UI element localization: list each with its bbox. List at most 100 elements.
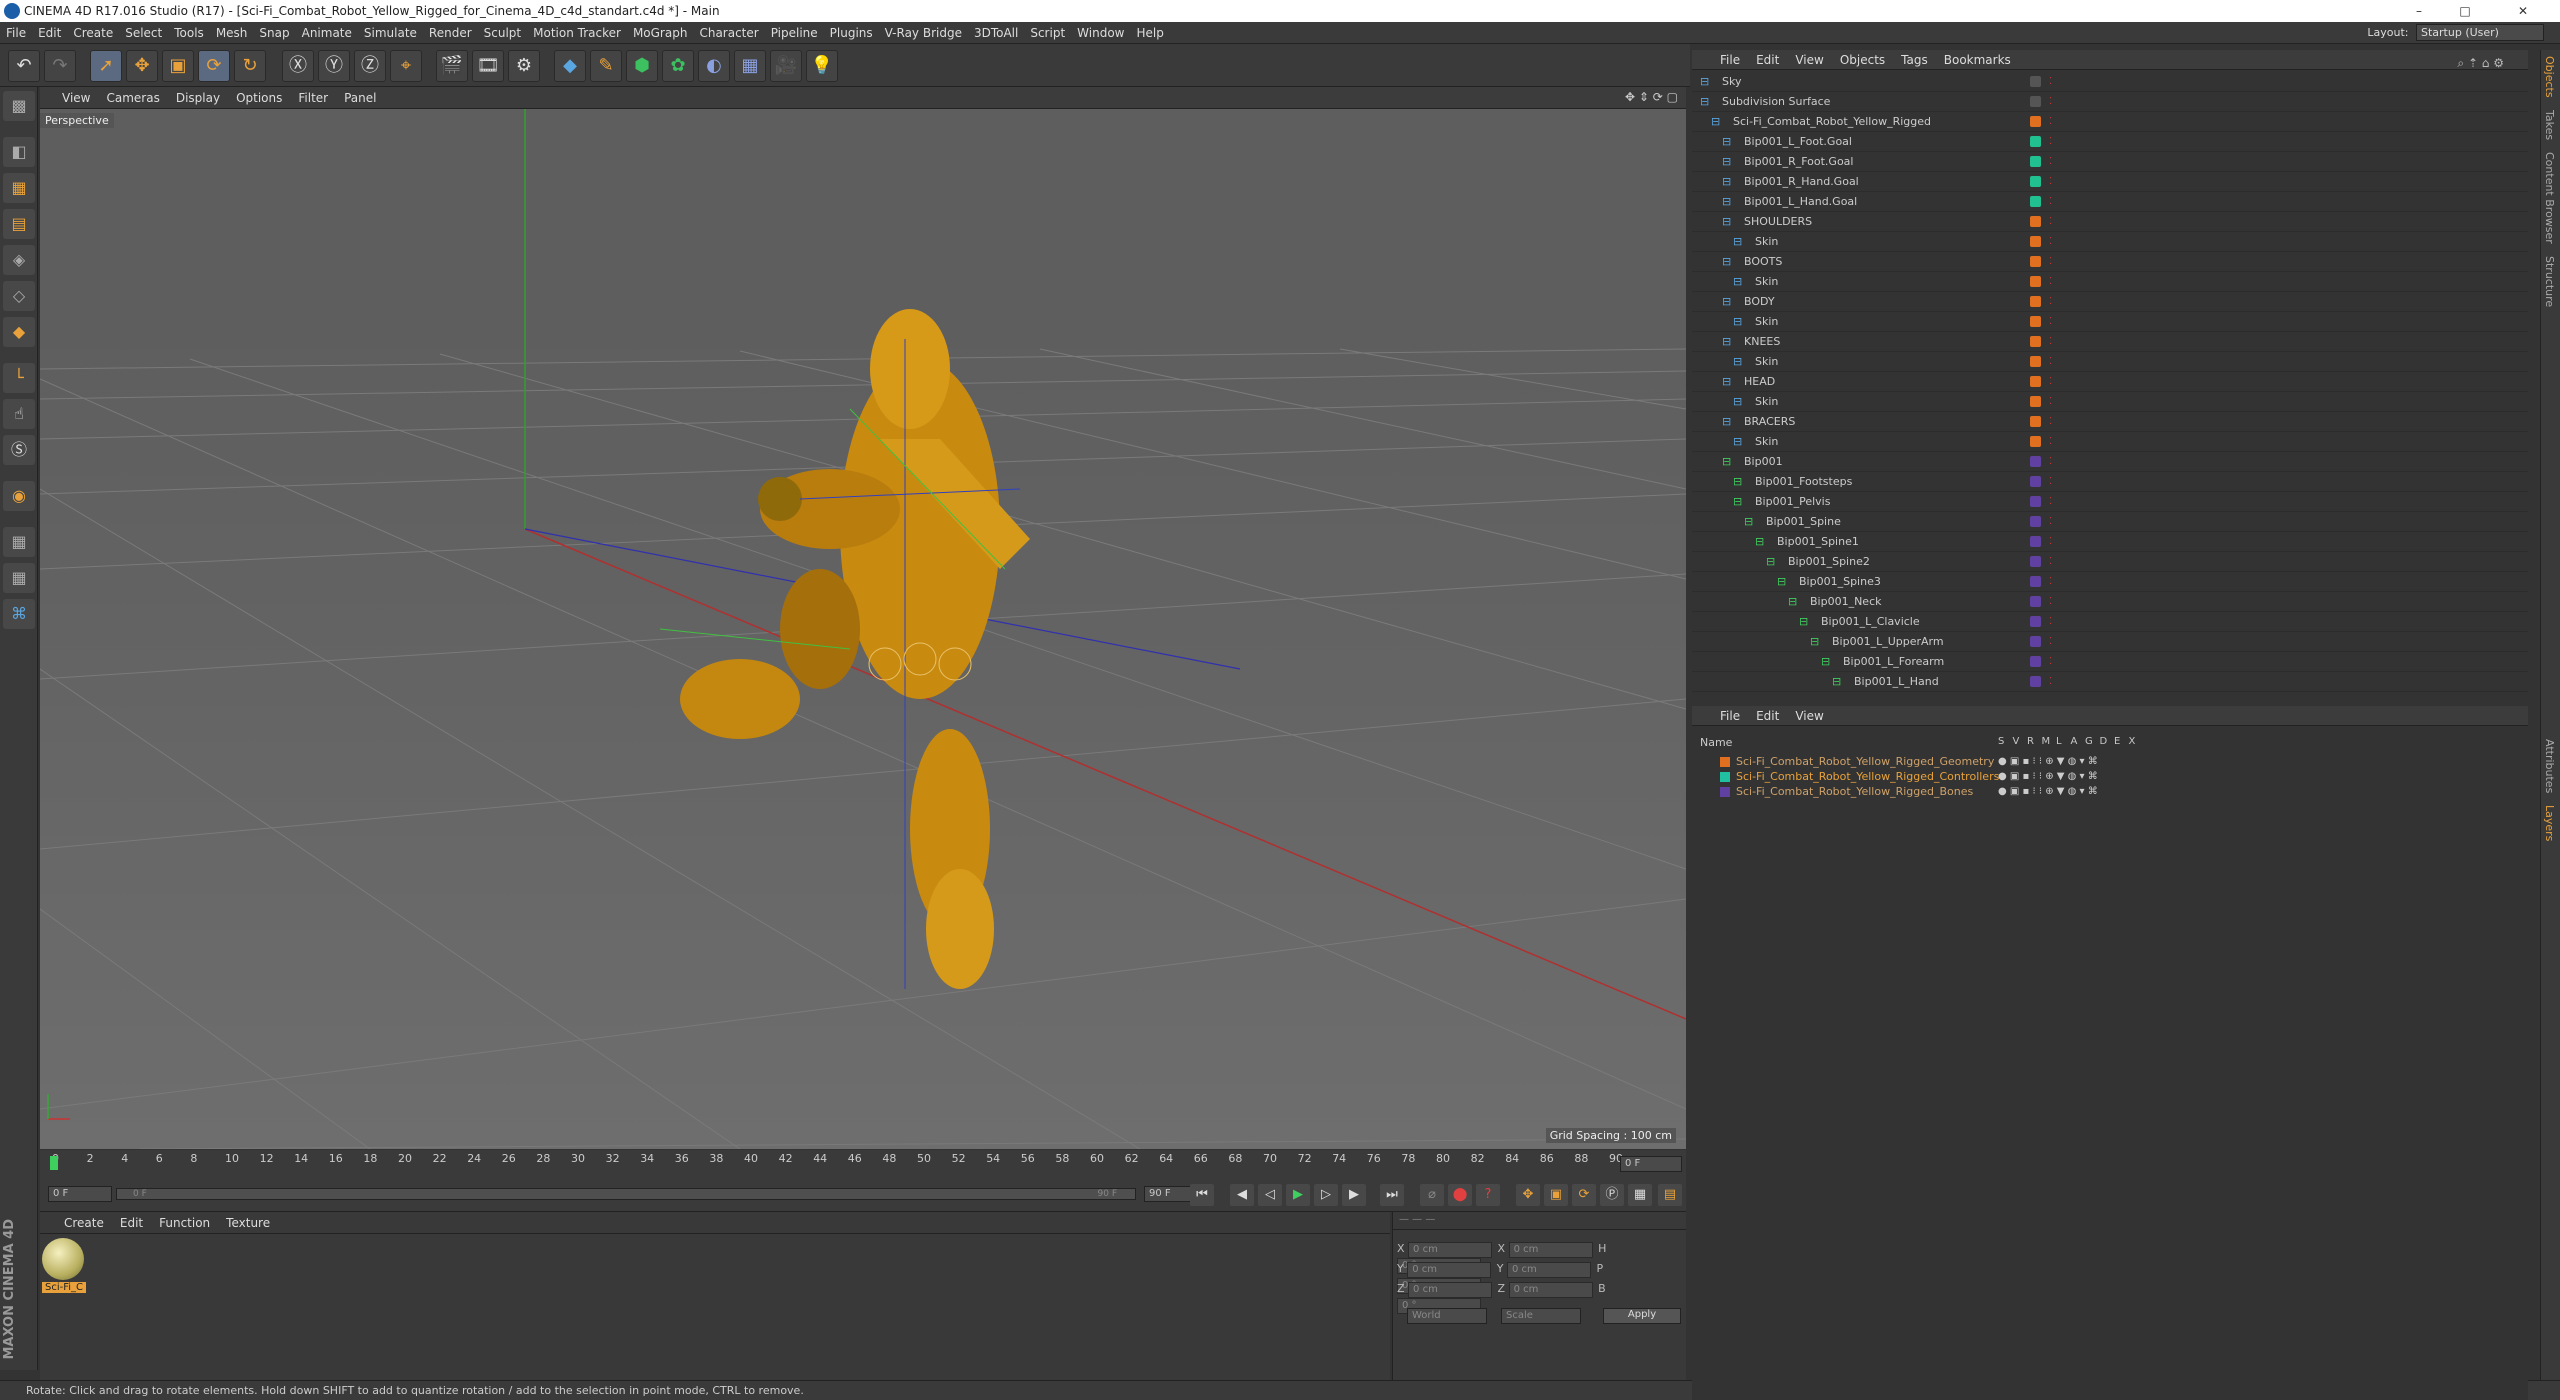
visibility-dots-icon[interactable]: ⁚	[2049, 632, 2052, 652]
layer-color-swatch[interactable]	[2030, 296, 2041, 307]
layer-color-swatch[interactable]	[2030, 176, 2041, 187]
object-row[interactable]: ⊟ Bip001_R_Foot.Goal ⁚	[1692, 152, 2528, 172]
expand-icon[interactable]: ⊟	[1722, 372, 1731, 392]
render-view-icon[interactable]: 🎬	[436, 50, 468, 82]
visibility-dots-icon[interactable]: ⁚	[2049, 272, 2052, 292]
expand-icon[interactable]: ⊟	[1799, 612, 1808, 632]
grid-lock-icon[interactable]: ▦	[3, 563, 35, 593]
layer-color-swatch[interactable]	[2030, 416, 2041, 427]
snap-icon[interactable]: Ⓢ	[3, 435, 35, 465]
make-editable-icon[interactable]: ▩	[3, 91, 35, 121]
expand-icon[interactable]: ⊟	[1722, 452, 1731, 472]
subdivision-surface-icon[interactable]: ⬢	[626, 50, 658, 82]
layer-menu-view[interactable]: View	[1787, 706, 1831, 723]
expand-icon[interactable]: ⊟	[1722, 412, 1731, 432]
model-mode-icon[interactable]: ◧	[3, 137, 35, 167]
obj-menu-objects[interactable]: Objects	[1832, 50, 1893, 67]
light-icon[interactable]: 💡	[806, 50, 838, 82]
layer-color-swatch[interactable]	[2030, 196, 2041, 207]
layer-color-swatch[interactable]	[2030, 476, 2041, 487]
viewport-menu-cameras[interactable]: Cameras	[98, 87, 167, 105]
visibility-dots-icon[interactable]: ⁚	[2049, 152, 2052, 172]
menu-script[interactable]: Script	[1024, 22, 1071, 44]
tab-attributes[interactable]: Attributes	[2541, 733, 2558, 799]
material-menu-function[interactable]: Function	[151, 1212, 218, 1230]
key-scale-icon[interactable]: ▣	[1544, 1184, 1568, 1206]
next-key-icon[interactable]: ▶	[1342, 1184, 1366, 1206]
visibility-dots-icon[interactable]: ⁚	[2049, 212, 2052, 232]
visibility-dots-icon[interactable]: ⁚	[2049, 472, 2052, 492]
layer-row[interactable]: Sci-Fi_Combat_Robot_Yellow_Rigged_Geomet…	[1692, 754, 2528, 769]
obj-menu-tags[interactable]: Tags	[1893, 50, 1936, 67]
range-slider[interactable]: 0 F 90 F	[116, 1188, 1136, 1200]
z-axis-lock-icon[interactable]: Ⓩ	[354, 50, 386, 82]
expand-icon[interactable]: ⊟	[1821, 652, 1830, 672]
size-x-field[interactable]: 0 cm	[1508, 1242, 1593, 1258]
previous-key-icon[interactable]: ◀	[1230, 1184, 1254, 1206]
timeline-layout-icon[interactable]: ▤	[1658, 1184, 1682, 1206]
menu-edit[interactable]: Edit	[32, 22, 67, 44]
expand-icon[interactable]: ⊟	[1733, 392, 1742, 412]
object-row[interactable]: ⊟ Bip001 ⁚	[1692, 452, 2528, 472]
key-pla-icon[interactable]: ▦	[1628, 1184, 1652, 1206]
menu-file[interactable]: File	[0, 22, 32, 44]
expand-icon[interactable]: ⊟	[1722, 192, 1731, 212]
expand-icon[interactable]: ⊟	[1722, 212, 1731, 232]
world-dropdown[interactable]: World	[1407, 1308, 1487, 1324]
object-row[interactable]: ⊟ Skin ⁚	[1692, 352, 2528, 372]
menu-3dtoall[interactable]: 3DToAll	[968, 22, 1024, 44]
tab-takes[interactable]: Takes	[2541, 104, 2558, 146]
close-button[interactable]: ✕	[2500, 0, 2546, 22]
x-axis-lock-icon[interactable]: Ⓧ	[282, 50, 314, 82]
expand-icon[interactable]: ⊟	[1700, 92, 1709, 112]
object-row[interactable]: ⊟ HEAD ⁚	[1692, 372, 2528, 392]
points-mode-icon[interactable]: ◈	[3, 245, 35, 275]
menu-pipeline[interactable]: Pipeline	[765, 22, 824, 44]
expand-icon[interactable]: ⊟	[1733, 232, 1742, 252]
layer-menu-edit[interactable]: Edit	[1748, 706, 1787, 723]
scale-icon[interactable]: ▣	[162, 50, 194, 82]
object-row[interactable]: ⊟ Skin ⁚	[1692, 432, 2528, 452]
visibility-dots-icon[interactable]: ⁚	[2049, 672, 2052, 692]
next-frame-icon[interactable]: ▷	[1314, 1184, 1338, 1206]
layer-color-swatch[interactable]	[2030, 576, 2041, 587]
menu-motion-tracker[interactable]: Motion Tracker	[527, 22, 627, 44]
expand-icon[interactable]: ⊟	[1744, 512, 1753, 532]
visibility-dots-icon[interactable]: ⁚	[2049, 132, 2052, 152]
layer-color-swatch[interactable]	[2030, 216, 2041, 227]
edges-mode-icon[interactable]: ◇	[3, 281, 35, 311]
object-row[interactable]: ⊟ Skin ⁚	[1692, 272, 2528, 292]
tab-content-browser[interactable]: Content Browser	[2541, 146, 2558, 250]
scale-dropdown[interactable]: Scale	[1501, 1308, 1581, 1324]
menu-help[interactable]: Help	[1130, 22, 1169, 44]
size-z-field[interactable]: 0 cm	[1508, 1282, 1593, 1298]
layer-color-swatch[interactable]	[2030, 376, 2041, 387]
timeline-ruler[interactable]: 0246810121416182022242628303234363840424…	[40, 1150, 1686, 1178]
visibility-dots-icon[interactable]: ⁚	[2049, 552, 2052, 572]
recent-tool-icon[interactable]: ↻	[234, 50, 266, 82]
visibility-dots-icon[interactable]: ⁚	[2049, 292, 2052, 312]
visibility-dots-icon[interactable]: ⁚	[2049, 532, 2052, 552]
visibility-dots-icon[interactable]: ⁚	[2049, 232, 2052, 252]
viewport-menu-display[interactable]: Display	[168, 87, 228, 105]
expand-icon[interactable]: ⊟	[1733, 312, 1742, 332]
polygons-mode-icon[interactable]: ◆	[3, 317, 35, 347]
layer-color-swatch[interactable]	[2030, 436, 2041, 447]
object-row[interactable]: ⊟ Bip001_L_Foot.Goal ⁚	[1692, 132, 2528, 152]
apply-button[interactable]: Apply	[1603, 1308, 1681, 1324]
layout-selector[interactable]: Layout: Startup (User)	[2367, 24, 2544, 41]
visibility-dots-icon[interactable]: ⁚	[2049, 72, 2052, 92]
magnet-icon[interactable]: ◉	[3, 481, 35, 511]
visibility-dots-icon[interactable]: ⁚	[2049, 332, 2052, 352]
live-selection-icon[interactable]: ➚	[90, 50, 122, 82]
menu-sculpt[interactable]: Sculpt	[478, 22, 527, 44]
texture-mode-icon[interactable]: ▦	[3, 173, 35, 203]
menu-create[interactable]: Create	[67, 22, 119, 44]
layer-color-swatch[interactable]	[2030, 656, 2041, 667]
menu-character[interactable]: Character	[693, 22, 764, 44]
axis-mode-icon[interactable]: └	[3, 363, 35, 393]
expand-icon[interactable]: ⊟	[1722, 332, 1731, 352]
render-settings-icon[interactable]: ⚙	[508, 50, 540, 82]
size-y-field[interactable]: 0 cm	[1506, 1262, 1591, 1278]
object-row[interactable]: ⊟ Bip001_R_Hand.Goal ⁚	[1692, 172, 2528, 192]
